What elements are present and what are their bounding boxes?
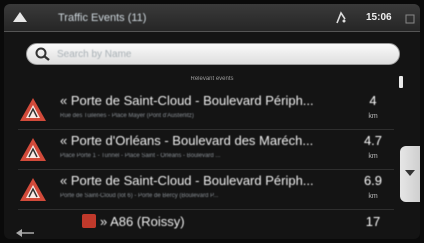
roadworks-warning-icon xyxy=(18,176,48,204)
back-arrow-icon[interactable] xyxy=(14,226,38,239)
gps-signal-icon xyxy=(335,11,347,25)
distance-unit: km xyxy=(368,153,378,160)
list-item[interactable]: » A86 (Roissy) 17 xyxy=(18,214,394,239)
event-distance: 6.9 xyxy=(363,173,383,188)
search-input[interactable] xyxy=(57,47,377,62)
search-box[interactable] xyxy=(26,43,400,65)
event-title: « Porte de Saint-Cloud - Boulevard Périp… xyxy=(60,93,314,108)
event-category-icon xyxy=(82,214,96,228)
list-item[interactable]: « Porte de Saint-Cloud - Boulevard Périp… xyxy=(18,170,394,210)
event-distance: 4.7 xyxy=(363,133,383,148)
distance-unit: km xyxy=(368,113,378,120)
roadworks-warning-icon xyxy=(18,96,48,124)
header-bar: Traffic Events (11) 15:06 xyxy=(4,4,420,32)
search-icon xyxy=(33,46,53,62)
list-item[interactable]: « Porte de Saint-Cloud - Boulevard Périp… xyxy=(18,90,394,130)
event-subtitle: Rue des Tuileries - Place Mayer (Pont d'… xyxy=(60,113,194,119)
event-title: » A86 (Roissy) xyxy=(100,214,185,229)
page-title: Traffic Events (11) xyxy=(58,12,147,24)
back-triangle-icon[interactable] xyxy=(12,9,28,25)
cube-icon[interactable] xyxy=(404,12,416,24)
roadworks-warning-icon xyxy=(18,136,48,164)
event-distance: 4 xyxy=(369,93,377,108)
event-distance: 17 xyxy=(365,214,381,229)
event-subtitle: Place Porte 1 - Tunnel - Place Saint - O… xyxy=(60,153,221,159)
chevron-down-icon xyxy=(405,170,415,176)
clock: 15:06 xyxy=(366,12,392,23)
event-title: « Porte d'Orléans - Boulevard des Maréch… xyxy=(60,133,314,148)
section-label: Relevant events xyxy=(190,76,234,82)
scroll-down-button[interactable] xyxy=(400,146,420,202)
scroll-position-indicator[interactable] xyxy=(399,76,403,88)
list-item[interactable]: « Porte d'Orléans - Boulevard des Maréch… xyxy=(18,130,394,170)
distance-unit: km xyxy=(368,193,378,200)
event-subtitle: Porte de Saint-Cloud (lot 6) - Porte de … xyxy=(60,193,219,199)
event-list: « Porte de Saint-Cloud - Boulevard Périp… xyxy=(18,90,394,239)
app-frame: Traffic Events (11) 15:06 Relevant event… xyxy=(4,4,420,239)
event-title: « Porte de Saint-Cloud - Boulevard Périp… xyxy=(60,173,314,188)
